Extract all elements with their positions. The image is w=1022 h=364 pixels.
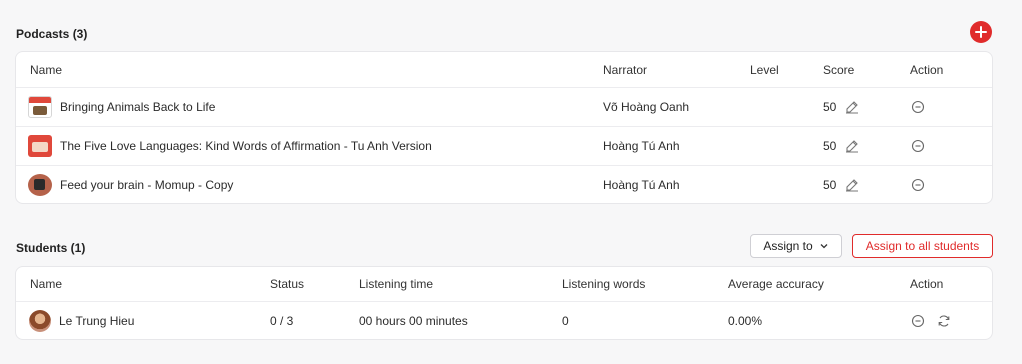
- podcast-thumbnail: [28, 96, 52, 118]
- assign-to-dropdown[interactable]: Assign to: [750, 234, 842, 258]
- column-average-accuracy: Average accuracy: [728, 277, 824, 291]
- student-action: [910, 302, 952, 340]
- podcast-name-cell[interactable]: The Five Love Languages: Kind Words of A…: [28, 127, 432, 165]
- students-table: Name Status Listening time Listening wor…: [15, 266, 993, 340]
- student-name-cell[interactable]: Le Trung Hieu: [29, 302, 134, 340]
- column-listening-words: Listening words: [562, 277, 646, 291]
- podcast-name: Feed your brain - Momup - Copy: [60, 178, 234, 192]
- podcasts-table-header: Name Narrator Level Score Action: [16, 52, 992, 87]
- edit-icon[interactable]: [844, 138, 860, 154]
- column-listening-time: Listening time: [359, 277, 434, 291]
- podcast-action: [910, 127, 926, 165]
- student-status: 0 / 3: [270, 314, 294, 328]
- podcast-narrator: Võ Hoàng Oanh: [603, 100, 690, 114]
- assign-all-students-button[interactable]: Assign to all students: [852, 234, 993, 258]
- podcast-narrator: Hoàng Tú Anh: [603, 178, 680, 192]
- column-action: Action: [910, 62, 944, 77]
- podcast-name-cell[interactable]: Feed your brain - Momup - Copy: [28, 166, 233, 204]
- column-score: Score: [823, 62, 855, 77]
- podcast-name: Bringing Animals Back to Life: [60, 100, 216, 114]
- podcast-name: The Five Love Languages: Kind Words of A…: [60, 139, 432, 153]
- podcast-score: 50: [823, 100, 837, 114]
- podcast-action: [910, 166, 926, 204]
- assign-to-label: Assign to: [763, 239, 813, 253]
- student-average-accuracy: 0.00%: [728, 314, 763, 328]
- student-listening-words: 0: [562, 314, 569, 328]
- minus-circle-icon[interactable]: [910, 99, 926, 115]
- podcast-score-cell: 50: [823, 127, 860, 165]
- column-status: Status: [270, 277, 305, 291]
- table-row: Bringing Animals Back to Life Võ Hoàng O…: [16, 87, 992, 126]
- podcast-score: 50: [823, 178, 837, 192]
- minus-circle-icon[interactable]: [910, 177, 926, 193]
- minus-circle-icon[interactable]: [910, 138, 926, 154]
- student-name: Le Trung Hieu: [59, 314, 135, 328]
- podcast-score-cell: 50: [823, 166, 860, 204]
- podcast-name-cell[interactable]: Bringing Animals Back to Life: [28, 88, 215, 126]
- table-row: Le Trung Hieu 0 / 3 00 hours 00 minutes …: [16, 301, 992, 340]
- add-podcast-button[interactable]: [970, 21, 992, 43]
- column-name: Name: [30, 62, 63, 77]
- edit-icon[interactable]: [844, 99, 860, 115]
- column-narrator: Narrator: [603, 62, 648, 77]
- podcast-score-cell: 50: [823, 88, 860, 126]
- edit-icon[interactable]: [844, 177, 860, 193]
- refresh-icon[interactable]: [936, 313, 952, 329]
- students-table-header: Name Status Listening time Listening wor…: [16, 267, 992, 301]
- column-level: Level: [750, 62, 779, 77]
- podcasts-table: Name Narrator Level Score Action Bringin…: [15, 51, 993, 204]
- students-title: Students (1): [16, 241, 86, 255]
- plus-icon: [975, 26, 987, 38]
- podcast-score: 50: [823, 139, 837, 153]
- podcast-thumbnail: [28, 174, 52, 196]
- minus-circle-icon[interactable]: [910, 313, 926, 329]
- chevron-down-icon: [820, 244, 828, 249]
- table-row: Feed your brain - Momup - Copy Hoàng Tú …: [16, 165, 992, 204]
- podcast-thumbnail: [28, 135, 52, 157]
- podcast-narrator: Hoàng Tú Anh: [603, 139, 680, 153]
- column-action: Action: [910, 277, 944, 291]
- podcast-action: [910, 88, 926, 126]
- student-listening-time: 00 hours 00 minutes: [359, 314, 468, 328]
- avatar: [29, 310, 51, 332]
- podcasts-title: Podcasts (3): [16, 27, 88, 41]
- table-row: The Five Love Languages: Kind Words of A…: [16, 126, 992, 165]
- column-name: Name: [30, 277, 63, 291]
